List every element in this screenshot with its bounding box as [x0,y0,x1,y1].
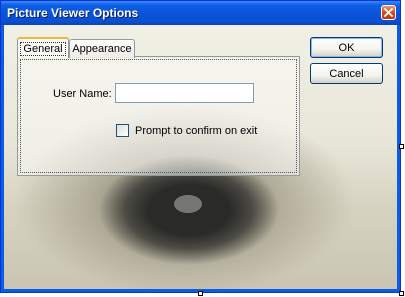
tab-panel-general [17,56,300,176]
ok-button[interactable]: OK [310,37,383,58]
resize-handle-right[interactable] [399,144,404,149]
background-eye-image [174,195,202,213]
confirm-exit-label[interactable]: Prompt to confirm on exit [135,125,257,137]
resize-handle-bottom[interactable] [198,291,203,296]
tab-appearance-label: Appearance [72,43,132,55]
tab-appearance[interactable]: Appearance [69,39,135,58]
window-title: Picture Viewer Options [7,6,139,20]
tab-general[interactable]: General [17,37,69,58]
cancel-button-label: Cancel [329,67,364,80]
username-label: User Name: [53,88,112,100]
panel-focus-rect [20,59,297,173]
ok-button-label: OK [338,41,355,54]
cancel-button[interactable]: Cancel [310,63,383,84]
confirm-exit-checkbox[interactable] [116,124,129,137]
title-bar[interactable]: Picture Viewer Options [1,1,400,25]
close-button[interactable] [381,5,396,20]
close-icon [384,8,393,17]
username-input[interactable] [115,83,254,103]
resize-handle-corner[interactable] [399,291,404,296]
tab-general-label: General [20,41,66,56]
